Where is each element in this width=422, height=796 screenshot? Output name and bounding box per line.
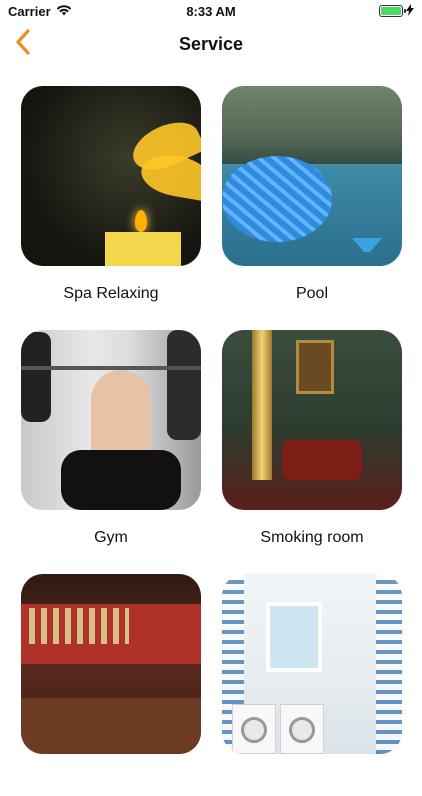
- service-label: Spa Relaxing: [63, 285, 159, 302]
- laundry-image: [222, 574, 402, 754]
- navigation-bar: Service: [0, 22, 422, 66]
- row-spacer: [21, 552, 201, 574]
- barbell: [21, 366, 201, 370]
- window: [266, 602, 322, 672]
- row-spacer: [222, 308, 402, 330]
- pool-image: [222, 86, 402, 266]
- service-label: Smoking room: [260, 529, 364, 546]
- battery-icon: [379, 5, 406, 17]
- services-grid: Spa Relaxing Pool Gym Smoking room: [21, 86, 402, 796]
- service-tile-pool[interactable]: Pool: [222, 86, 402, 308]
- page-title: Service: [178, 33, 244, 54]
- weight-plate: [21, 332, 51, 422]
- weight-plate: [167, 330, 201, 440]
- wifi-icon: [56, 4, 72, 19]
- service-label: Gym: [94, 529, 128, 546]
- palm-trees: [222, 86, 402, 164]
- carrier-label: Carrier: [8, 3, 51, 19]
- status-bar: Carrier 8:33 AM: [0, 0, 422, 22]
- washer-drum: [241, 717, 267, 743]
- battery-level: [381, 7, 401, 15]
- washing-machine: [280, 704, 324, 754]
- portrait-frame: [296, 340, 334, 394]
- candle-flame: [135, 210, 147, 232]
- charging-icon: [406, 3, 414, 19]
- service-tile-laundry[interactable]: [222, 574, 402, 796]
- cocktail-glass: [352, 238, 382, 252]
- spa-image: [21, 86, 201, 266]
- row-spacer: [21, 308, 201, 330]
- row-spacer: [222, 552, 402, 574]
- back-button[interactable]: [10, 28, 36, 60]
- curtain: [376, 574, 402, 754]
- leather-sofa: [282, 440, 362, 480]
- washing-machine: [232, 704, 276, 754]
- gym-image: [21, 330, 201, 510]
- service-tile-gym[interactable]: Gym: [21, 330, 201, 552]
- candle: [105, 232, 181, 266]
- athlete-pants: [61, 450, 181, 510]
- status-time: 8:33 AM: [186, 3, 236, 19]
- washer-drum: [289, 717, 315, 743]
- service-label: Pool: [295, 285, 329, 302]
- service-tile-smoking-room[interactable]: Smoking room: [222, 330, 402, 552]
- bar-counter: [21, 698, 201, 754]
- bar-image: [21, 574, 201, 754]
- smoking-room-image: [222, 330, 402, 510]
- chevron-left-icon: [15, 28, 31, 60]
- gold-pillar: [252, 330, 272, 480]
- status-left: Carrier: [8, 4, 72, 19]
- beer-taps: [29, 608, 129, 644]
- service-tile-spa[interactable]: Spa Relaxing: [21, 86, 201, 308]
- sun-hat: [222, 156, 332, 242]
- status-right: [379, 3, 414, 19]
- service-tile-bar[interactable]: [21, 574, 201, 796]
